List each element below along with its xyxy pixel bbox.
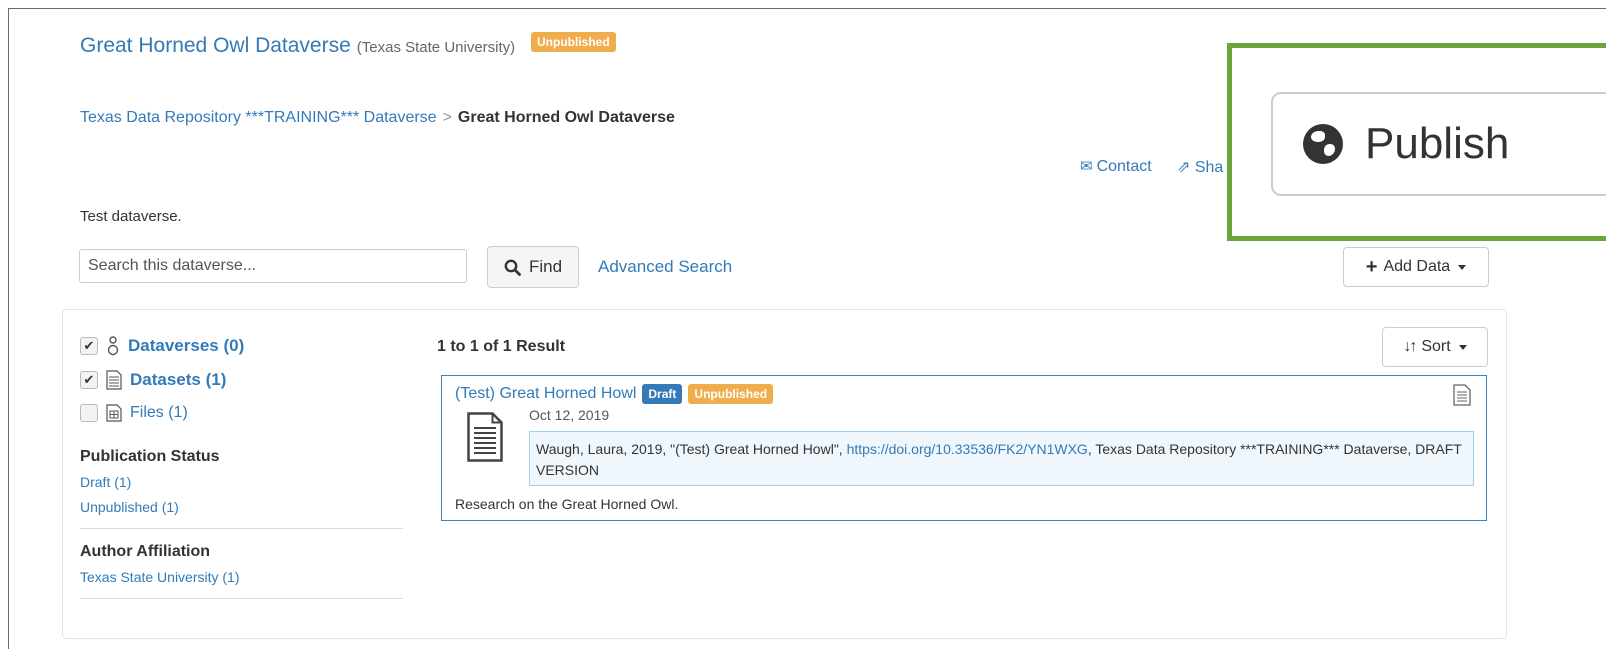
unpublished-badge: Unpublished — [688, 384, 774, 404]
facet-files-label: Files (1) — [130, 404, 188, 421]
breadcrumb-current: Great Horned Owl Dataverse — [457, 109, 675, 126]
facet-datasets-label: Datasets (1) — [130, 370, 227, 389]
facet-link-draft[interactable]: Draft (1) — [80, 474, 131, 490]
find-label: Find — [528, 257, 563, 276]
dataverse-name-link[interactable]: Great Horned Owl Dataverse — [80, 34, 351, 57]
results-count: 1 to 1 of 1 Result — [437, 338, 566, 355]
dataset-date: Oct 12, 2019 — [529, 407, 610, 423]
chevron-down-icon — [1458, 344, 1467, 350]
dataverse-description: Test dataverse. — [80, 208, 182, 225]
search-input[interactable] — [79, 249, 467, 283]
dataset-description: Research on the Great Horned Owl. — [455, 496, 679, 512]
facet-divider — [80, 598, 403, 599]
dataverse-icon — [107, 336, 119, 356]
dataset-citation: Waugh, Laura, 2019, "(Test) Great Horned… — [529, 431, 1474, 486]
dataset-title-link[interactable]: (Test) Great Horned Howl — [455, 385, 636, 403]
breadcrumb: Texas Data Repository ***TRAINING*** Dat… — [80, 109, 675, 127]
citation-text: Waugh, Laura, 2019, "(Test) Great Horned… — [536, 441, 847, 457]
plus-icon: + — [1365, 256, 1378, 278]
facet-heading-author-affiliation: Author Affiliation — [80, 543, 211, 560]
breadcrumb-parent-link[interactable]: Texas Data Repository ***TRAINING*** Dat… — [80, 109, 437, 126]
facet-dataverses[interactable]: ✔ Dataverses (0) — [80, 336, 244, 356]
citation-doi-link[interactable]: https://doi.org/10.33536/FK2/YN1WXG — [847, 441, 1088, 457]
publish-label: Publish — [1365, 119, 1510, 168]
draft-badge: Draft — [642, 384, 683, 404]
share-button[interactable]: ⇗ Sha — [1177, 157, 1223, 177]
publish-button[interactable]: Publish — [1271, 92, 1606, 196]
dataset-thumbnail-icon — [467, 412, 503, 462]
facet-checkbox-unchecked[interactable] — [80, 404, 98, 422]
file-icon — [106, 404, 122, 422]
globe-icon — [1303, 124, 1343, 164]
unpublished-badge: Unpublished — [531, 32, 616, 53]
chevron-down-icon — [1458, 264, 1467, 270]
sort-label: Sort — [1421, 338, 1451, 355]
facet-divider — [80, 528, 403, 529]
page-title: Great Horned Owl Dataverse (Texas State U… — [80, 32, 616, 58]
breadcrumb-separator: > — [442, 109, 452, 126]
facet-dataverses-label: Dataverses (0) — [128, 336, 245, 355]
facet-checkbox-checked[interactable]: ✔ — [80, 371, 98, 389]
dataset-icon — [106, 370, 122, 390]
search-icon — [504, 259, 521, 276]
share-label: Sha — [1194, 159, 1224, 176]
envelope-icon: ✉ — [1080, 158, 1093, 175]
contact-button[interactable]: ✉ Contact — [1080, 157, 1152, 176]
share-icon: ⇗ — [1177, 159, 1191, 176]
contact-label: Contact — [1096, 158, 1152, 175]
sort-button[interactable]: ↓↑ Sort — [1382, 327, 1488, 367]
facet-link-unpublished[interactable]: Unpublished (1) — [80, 499, 179, 515]
facet-checkbox-checked[interactable]: ✔ — [80, 337, 98, 355]
facet-files[interactable]: Files (1) — [80, 404, 188, 422]
facet-link-affiliation[interactable]: Texas State University (1) — [80, 569, 240, 585]
find-button[interactable]: Find — [487, 246, 579, 288]
dataset-type-icon — [1453, 384, 1471, 406]
facet-datasets[interactable]: ✔ Datasets (1) — [80, 370, 226, 390]
add-data-label: Add Data — [1383, 258, 1451, 275]
dataset-title-row: (Test) Great Horned Howl Draft Unpublish… — [455, 384, 774, 404]
sort-icon: ↓↑ — [1403, 338, 1417, 355]
advanced-search-link[interactable]: Advanced Search — [598, 257, 732, 277]
dataverse-affiliation: (Texas State University) — [356, 39, 516, 56]
add-data-button[interactable]: + Add Data — [1343, 247, 1489, 287]
facet-heading-publication-status: Publication Status — [80, 448, 220, 465]
